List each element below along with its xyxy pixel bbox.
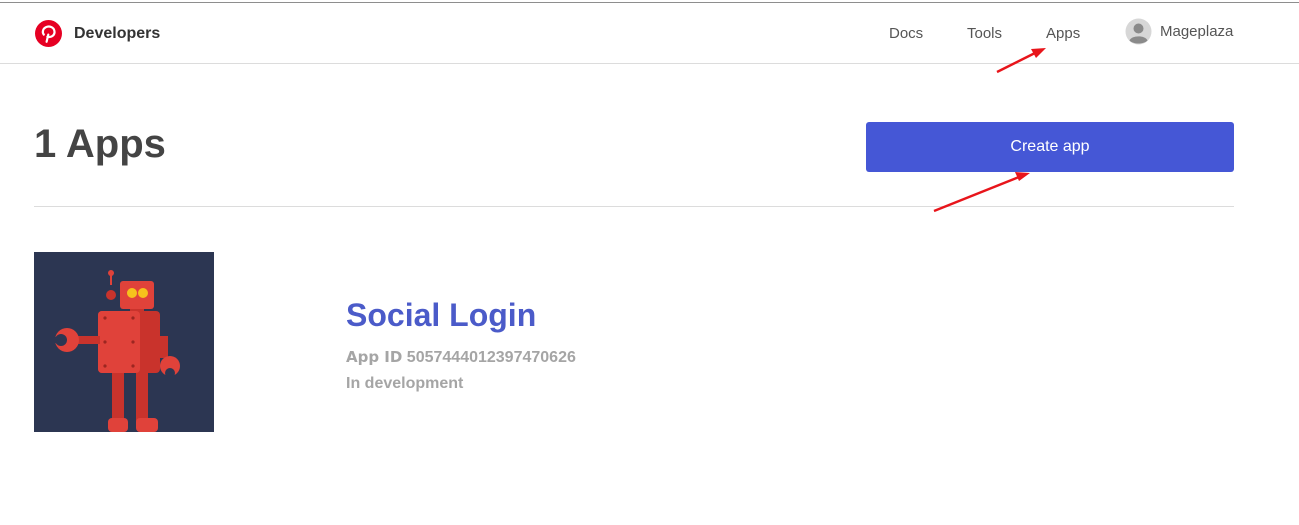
create-app-button[interactable]: Create app: [866, 122, 1234, 172]
app-id-label: App ID: [346, 348, 403, 366]
brand[interactable]: Developers: [35, 20, 160, 47]
nav-apps[interactable]: Apps: [1046, 25, 1080, 42]
user-menu[interactable]: Mageplaza: [1125, 18, 1233, 45]
page-title: 1 Apps: [34, 122, 166, 166]
section-divider: [34, 206, 1234, 207]
developer-apps-page: Developers Docs Tools Apps Mageplaza 1 A…: [0, 0, 1299, 525]
app-status: In development: [346, 375, 464, 392]
app-id-value: 5057444012397470626: [406, 349, 576, 366]
top-header: Developers Docs Tools Apps Mageplaza: [0, 3, 1299, 64]
robot-icon[interactable]: [34, 252, 214, 432]
nav-tools[interactable]: Tools: [967, 25, 1002, 42]
user-name: Mageplaza: [1160, 23, 1234, 40]
user-avatar-icon: [1125, 18, 1152, 45]
brand-name: Developers: [74, 24, 161, 42]
app-name-link[interactable]: Social Login: [346, 297, 536, 334]
nav-docs[interactable]: Docs: [889, 25, 923, 42]
app-id: App ID 5057444012397470626: [346, 348, 576, 367]
pinterest-logo-icon: [35, 20, 62, 47]
